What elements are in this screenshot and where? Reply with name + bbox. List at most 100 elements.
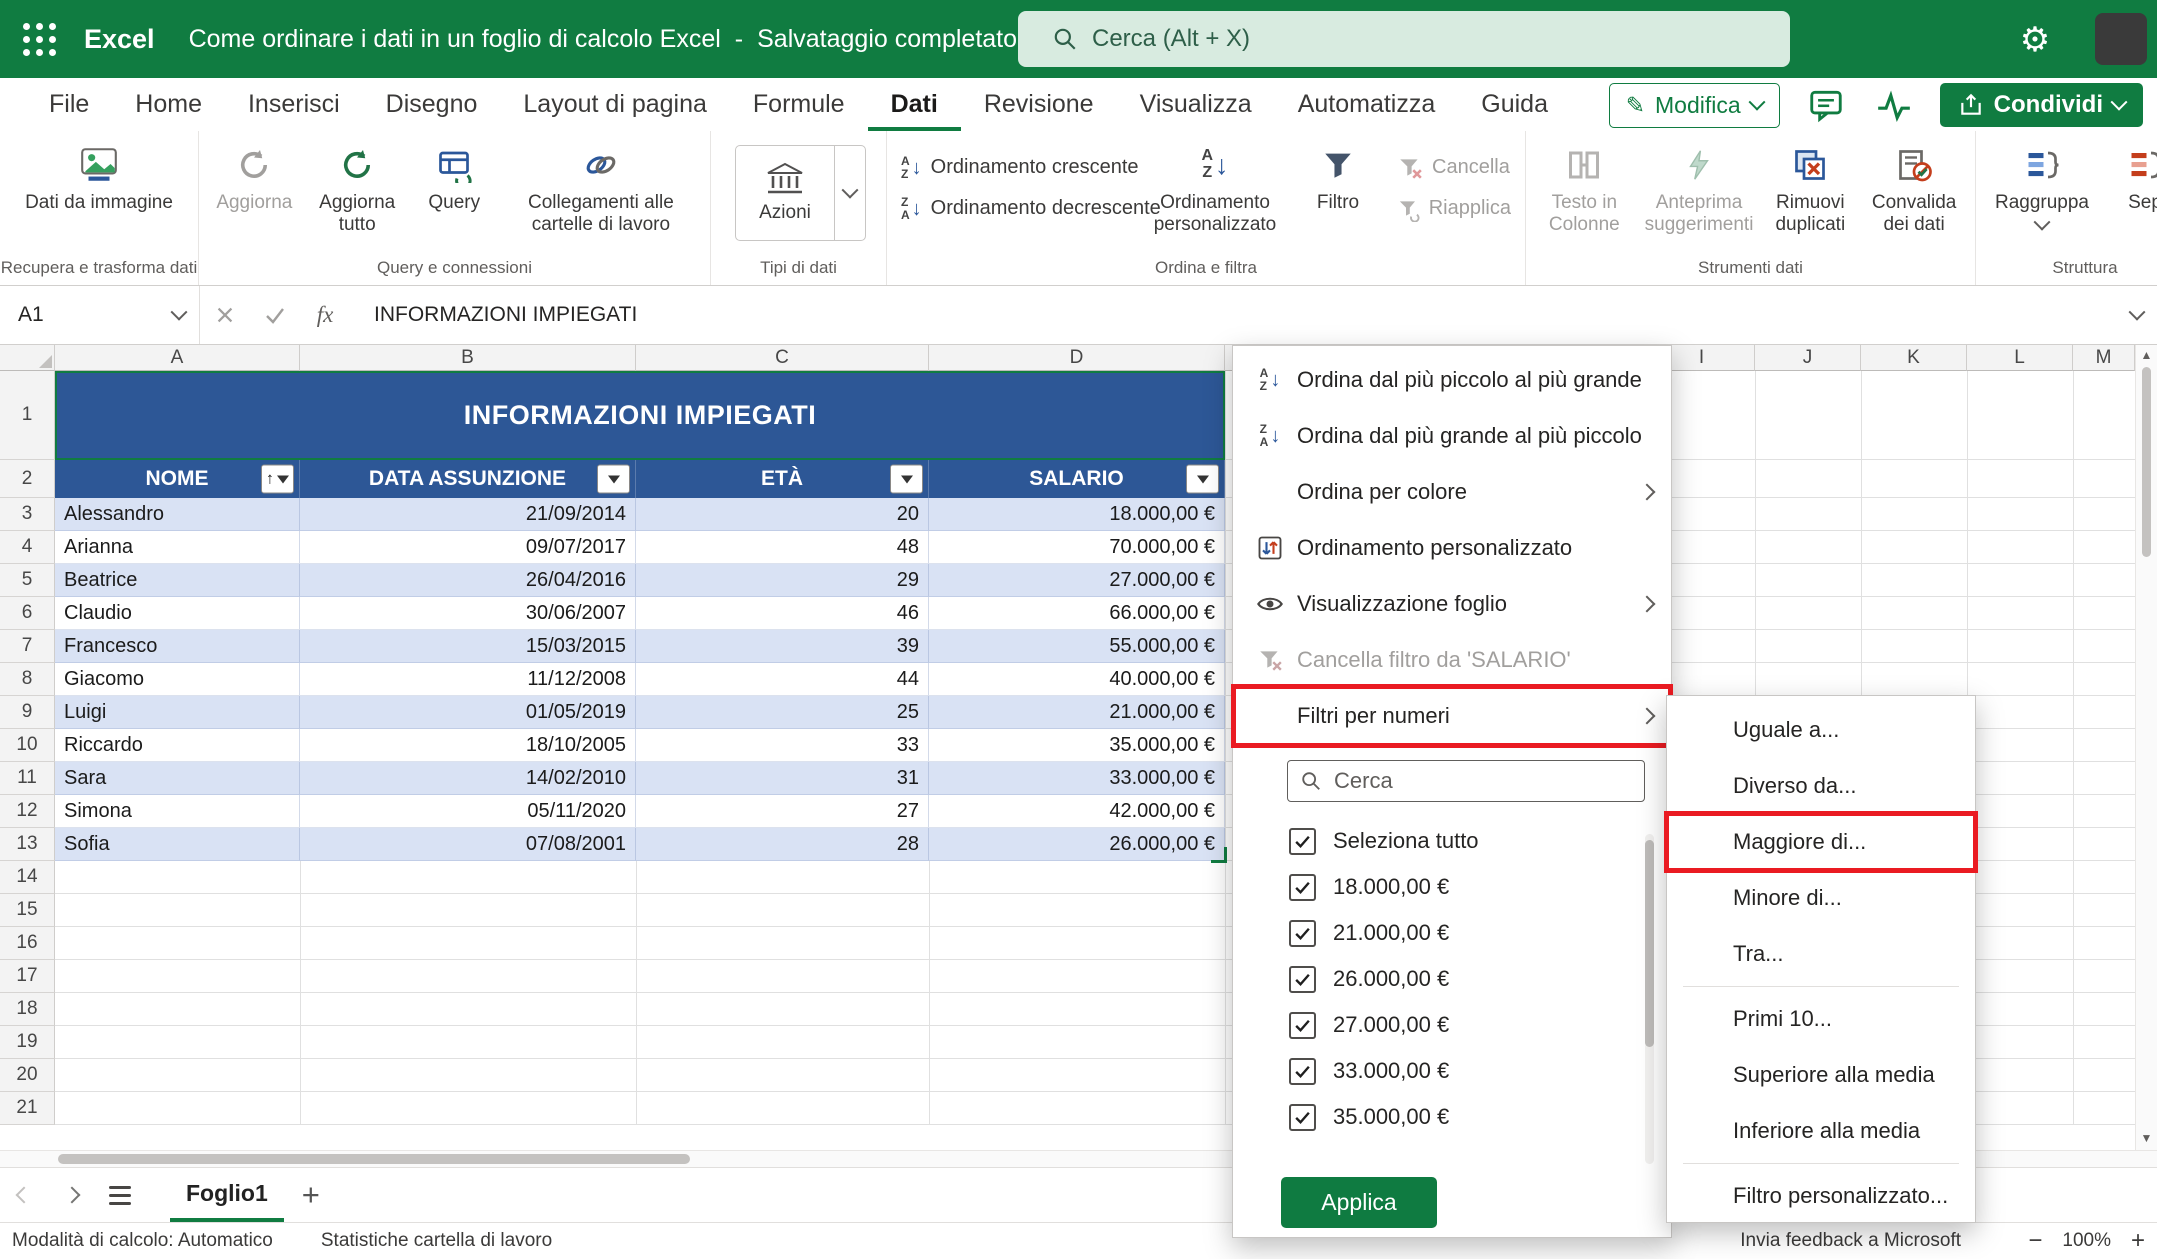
table-cell[interactable]: 66.000,00 € bbox=[929, 597, 1225, 630]
number-filter-option[interactable]: Minore di... bbox=[1667, 870, 1975, 926]
table-cell[interactable]: 18.000,00 € bbox=[929, 498, 1225, 531]
data-types-dropdown[interactable]: Azioni bbox=[735, 145, 866, 241]
dropdown-arrow[interactable] bbox=[834, 146, 865, 240]
table-cell[interactable]: 70.000,00 € bbox=[929, 531, 1225, 564]
row-header-9[interactable]: 9 bbox=[0, 696, 55, 729]
share-button[interactable]: Condividi bbox=[1940, 83, 2143, 127]
row-header-16[interactable]: 16 bbox=[0, 927, 55, 960]
settings-gear-icon[interactable]: ⚙ bbox=[2012, 17, 2058, 63]
filter-value-checkbox-item[interactable]: 26.000,00 € bbox=[1233, 956, 1671, 1002]
ribbon-tab-disegno[interactable]: Disegno bbox=[363, 78, 501, 131]
filter-dropdown-icon[interactable] bbox=[890, 465, 923, 494]
vertical-scrollbar-thumb[interactable] bbox=[2142, 367, 2151, 557]
table-cell[interactable]: Riccardo bbox=[55, 729, 300, 762]
number-filter-option[interactable]: Tra... bbox=[1667, 926, 1975, 982]
table-header-cell[interactable]: NOME↑ bbox=[55, 460, 300, 498]
remove-duplicates-button[interactable]: Rimuovi duplicati bbox=[1761, 139, 1859, 240]
sort-ascending-button[interactable]: AZ↓ Ordinamento crescente bbox=[893, 149, 1143, 186]
row-header-6[interactable]: 6 bbox=[0, 597, 55, 630]
table-cell[interactable]: 15/03/2015 bbox=[300, 630, 636, 663]
table-cell[interactable]: 39 bbox=[636, 630, 929, 663]
table-cell[interactable]: 28 bbox=[636, 828, 929, 861]
row-header-17[interactable]: 17 bbox=[0, 960, 55, 993]
table-cell[interactable]: Sara bbox=[55, 762, 300, 795]
filter-dropdown-icon[interactable] bbox=[597, 465, 630, 494]
row-header-7[interactable]: 7 bbox=[0, 630, 55, 663]
all-sheets-icon[interactable] bbox=[96, 1168, 144, 1222]
number-filter-option[interactable]: Superiore alla media bbox=[1667, 1047, 1975, 1103]
data-from-picture-button[interactable]: Dati da immagine bbox=[6, 139, 192, 218]
number-filter-option[interactable]: Filtro personalizzato... bbox=[1667, 1168, 1975, 1224]
row-header-12[interactable]: 12 bbox=[0, 795, 55, 828]
filter-menu-item[interactable]: Visualizzazione foglio bbox=[1233, 576, 1671, 632]
sheet-tab-foglio1[interactable]: Foglio1 bbox=[170, 1168, 284, 1222]
table-cell[interactable]: Sofia bbox=[55, 828, 300, 861]
table-cell[interactable]: 44 bbox=[636, 663, 929, 696]
ribbon-tab-revisione[interactable]: Revisione bbox=[961, 78, 1117, 131]
refresh-all-button[interactable]: Aggiorna tutto bbox=[304, 139, 411, 240]
table-cell[interactable]: Beatrice bbox=[55, 564, 300, 597]
column-header-J[interactable]: J bbox=[1755, 345, 1861, 371]
row-header-13[interactable]: 13 bbox=[0, 828, 55, 861]
sort-descending-button[interactable]: ZA↓ Ordinamento decrescente bbox=[893, 190, 1143, 227]
table-cell[interactable]: Giacomo bbox=[55, 663, 300, 696]
filter-list-scrollbar-thumb[interactable] bbox=[1645, 840, 1654, 1047]
confirm-entry-icon[interactable] bbox=[250, 286, 300, 344]
table-header-cell[interactable]: ETÀ bbox=[636, 460, 929, 498]
calc-mode-status[interactable]: Modalità di calcolo: Automatico bbox=[12, 1230, 273, 1252]
workbook-statistics-status[interactable]: Statistiche cartella di lavoro bbox=[321, 1230, 552, 1252]
table-cell[interactable]: 30/06/2007 bbox=[300, 597, 636, 630]
table-cell[interactable]: 21.000,00 € bbox=[929, 696, 1225, 729]
ribbon-tab-inserisci[interactable]: Inserisci bbox=[225, 78, 363, 131]
row-header-15[interactable]: 15 bbox=[0, 894, 55, 927]
column-header-A[interactable]: A bbox=[55, 345, 300, 371]
table-cell[interactable]: 35.000,00 € bbox=[929, 729, 1225, 762]
table-cell[interactable]: 07/08/2001 bbox=[300, 828, 636, 861]
comments-icon[interactable] bbox=[1804, 85, 1848, 125]
number-filter-option[interactable]: Maggiore di... bbox=[1667, 814, 1975, 870]
table-cell[interactable]: 25 bbox=[636, 696, 929, 729]
filter-value-checkbox-item[interactable]: 21.000,00 € bbox=[1233, 910, 1671, 956]
ribbon-tab-file[interactable]: File bbox=[26, 78, 112, 131]
cancel-entry-icon[interactable] bbox=[200, 286, 250, 344]
zoom-level[interactable]: 100% bbox=[2062, 1230, 2111, 1252]
table-cell[interactable]: 27 bbox=[636, 795, 929, 828]
ribbon-tab-automatizza[interactable]: Automatizza bbox=[1275, 78, 1459, 131]
checkbox-checked-icon[interactable] bbox=[1289, 1058, 1316, 1085]
table-cell[interactable]: Francesco bbox=[55, 630, 300, 663]
sorted-filter-dropdown-icon[interactable]: ↑ bbox=[261, 465, 294, 494]
filter-menu-item[interactable]: Ordinamento personalizzato bbox=[1233, 520, 1671, 576]
table-cell[interactable]: 40.000,00 € bbox=[929, 663, 1225, 696]
queries-button[interactable]: Query bbox=[411, 139, 498, 218]
table-cell[interactable]: Simona bbox=[55, 795, 300, 828]
table-cell[interactable]: 42.000,00 € bbox=[929, 795, 1225, 828]
ungroup-button[interactable]: Sep bbox=[2102, 139, 2157, 218]
table-cell[interactable]: Claudio bbox=[55, 597, 300, 630]
ribbon-tab-home[interactable]: Home bbox=[112, 78, 225, 131]
ribbon-tab-layout-di-pagina[interactable]: Layout di pagina bbox=[500, 78, 729, 131]
table-header-cell[interactable]: SALARIO bbox=[929, 460, 1225, 498]
scroll-up-icon[interactable]: ▲ bbox=[2136, 345, 2157, 365]
row-header-19[interactable]: 19 bbox=[0, 1026, 55, 1059]
filter-menu-item[interactable]: Filtri per numeri bbox=[1233, 688, 1671, 744]
table-cell[interactable]: 31 bbox=[636, 762, 929, 795]
row-header-4[interactable]: 4 bbox=[0, 531, 55, 564]
feedback-link[interactable]: Invia feedback a Microsoft bbox=[1740, 1230, 1961, 1252]
zoom-out-icon[interactable]: − bbox=[2028, 1229, 2042, 1253]
number-filter-option[interactable]: Uguale a... bbox=[1667, 702, 1975, 758]
column-header-L[interactable]: L bbox=[1967, 345, 2073, 371]
table-cell[interactable]: 09/07/2017 bbox=[300, 531, 636, 564]
column-header-M[interactable]: M bbox=[2073, 345, 2135, 371]
number-filter-option[interactable]: Inferiore alla media bbox=[1667, 1103, 1975, 1159]
column-header-C[interactable]: C bbox=[636, 345, 929, 371]
column-header-B[interactable]: B bbox=[300, 345, 636, 371]
document-title[interactable]: Come ordinare i dati in un foglio di cal… bbox=[189, 25, 1047, 54]
table-cell[interactable]: 26.000,00 € bbox=[929, 828, 1225, 861]
row-header-5[interactable]: 5 bbox=[0, 564, 55, 597]
previous-sheet-icon[interactable] bbox=[0, 1168, 48, 1222]
vertical-scrollbar[interactable]: ▲ ▼ bbox=[2135, 345, 2157, 1150]
table-cell[interactable]: 48 bbox=[636, 531, 929, 564]
row-header-21[interactable]: 21 bbox=[0, 1092, 55, 1125]
ribbon-tab-guida[interactable]: Guida bbox=[1458, 78, 1571, 131]
filter-menu-item[interactable]: AZ↓Ordina dal più piccolo al più grande bbox=[1233, 352, 1671, 408]
